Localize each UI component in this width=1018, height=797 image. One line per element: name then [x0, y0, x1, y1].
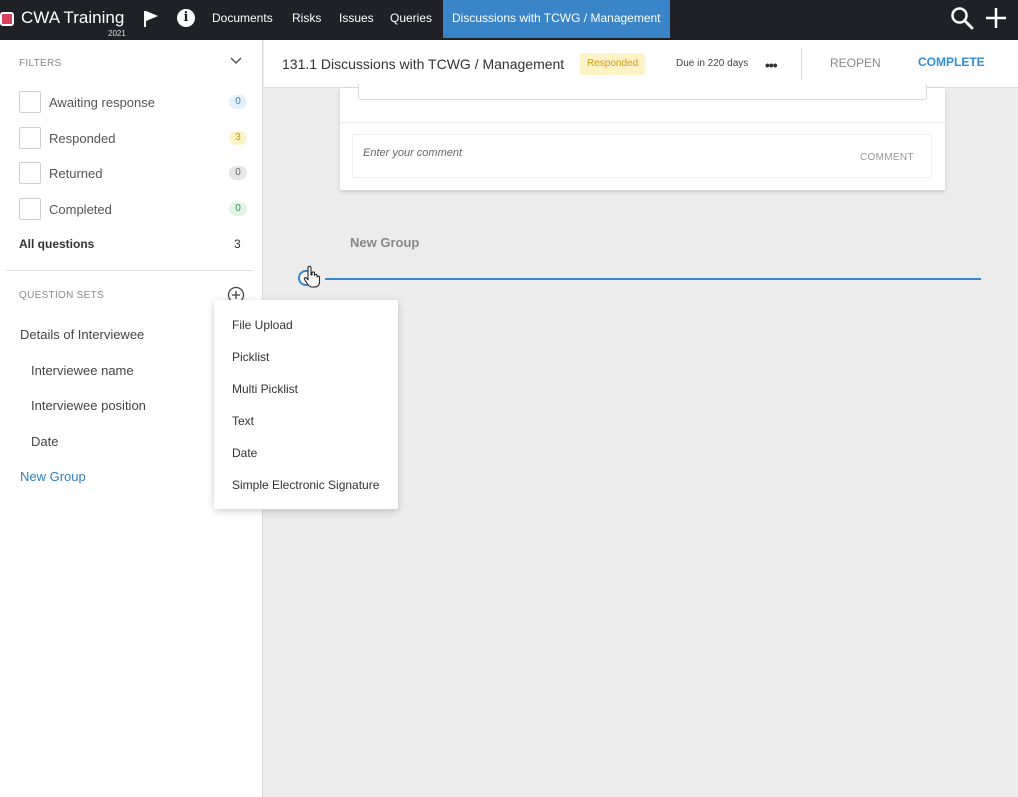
info-icon[interactable]: i — [177, 9, 195, 27]
more-options-icon[interactable]: ••• — [765, 57, 778, 73]
hand-cursor-icon — [303, 265, 321, 288]
question-card: COMMENT — [340, 84, 945, 190]
main-header: 131.1 Discussions with TCWG / Management… — [264, 40, 1018, 88]
comment-box: COMMENT — [352, 134, 932, 178]
tab-issues[interactable]: Issues — [339, 0, 374, 38]
menu-item-file-upload[interactable]: File Upload — [232, 318, 293, 332]
tab-documents[interactable]: Documents — [212, 0, 273, 38]
page-title: 131.1 Discussions with TCWG / Management — [282, 56, 565, 72]
filters-heading: FILTERS — [19, 58, 62, 69]
group-divider-line — [325, 278, 981, 280]
question-interviewee-name[interactable]: Interviewee name — [31, 363, 134, 378]
filter-label: Responded — [49, 131, 116, 146]
app-title[interactable]: CWA Training — [21, 8, 124, 28]
all-questions-filter[interactable]: All questions — [19, 237, 94, 251]
filter-responded[interactable]: Responded 3 — [19, 127, 249, 149]
top-navigation-bar: CWA Training 2021 i Documents Risks Issu… — [0, 0, 1018, 40]
comment-button[interactable]: COMMENT — [860, 152, 914, 163]
count-badge: 3 — [229, 131, 247, 145]
question-date[interactable]: Date — [31, 434, 58, 449]
status-badge: Responded — [580, 53, 646, 75]
filter-awaiting-response[interactable]: Awaiting response 0 — [19, 91, 249, 113]
chevron-down-icon[interactable] — [230, 57, 242, 65]
count-badge: 0 — [229, 202, 247, 216]
tab-discussions[interactable]: Discussions with TCWG / Management — [443, 0, 670, 38]
count-badge: 0 — [229, 95, 247, 109]
due-date-text: Due in 220 days — [676, 58, 749, 69]
question-interviewee-position[interactable]: Interviewee position — [31, 398, 146, 413]
reopen-button[interactable]: REOPEN — [830, 56, 881, 70]
add-question-menu: File Upload Picklist Multi Picklist Text… — [214, 300, 398, 509]
card-divider — [340, 122, 945, 123]
menu-item-text[interactable]: Text — [232, 414, 254, 428]
app-logo-icon[interactable] — [0, 12, 14, 26]
group-title[interactable]: New Group — [350, 235, 419, 250]
filter-completed[interactable]: Completed 0 — [19, 198, 249, 220]
tab-queries[interactable]: Queries — [390, 0, 432, 38]
add-icon[interactable] — [984, 6, 1008, 30]
complete-button[interactable]: COMPLETE — [918, 55, 985, 69]
question-sets-heading: QUESTION SETS — [19, 290, 105, 301]
flag-icon[interactable] — [143, 10, 159, 28]
menu-item-date[interactable]: Date — [232, 446, 257, 460]
search-icon[interactable] — [950, 6, 974, 30]
all-questions-count: 3 — [234, 237, 241, 251]
menu-item-simple-electronic-signature[interactable]: Simple Electronic Signature — [232, 478, 379, 492]
filter-label: Awaiting response — [49, 95, 155, 110]
filter-label: Returned — [49, 166, 103, 181]
tab-risks[interactable]: Risks — [292, 0, 321, 38]
menu-item-picklist[interactable]: Picklist — [232, 350, 269, 364]
filter-returned[interactable]: Returned 0 — [19, 162, 249, 184]
filter-checkbox[interactable] — [19, 91, 41, 113]
answer-field[interactable] — [358, 84, 927, 100]
filter-checkbox[interactable] — [19, 127, 41, 149]
filter-checkbox[interactable] — [19, 198, 41, 220]
header-divider — [801, 48, 802, 80]
filter-checkbox[interactable] — [19, 162, 41, 184]
comment-input[interactable] — [363, 147, 783, 159]
app-year: 2021 — [108, 29, 126, 38]
filter-label: Completed — [49, 202, 112, 217]
sidebar-divider — [6, 270, 254, 271]
count-badge: 0 — [229, 166, 247, 180]
menu-item-multi-picklist[interactable]: Multi Picklist — [232, 382, 298, 396]
question-set-new-group[interactable]: New Group — [20, 469, 86, 484]
question-set-details-of-interviewee[interactable]: Details of Interviewee — [20, 327, 144, 342]
